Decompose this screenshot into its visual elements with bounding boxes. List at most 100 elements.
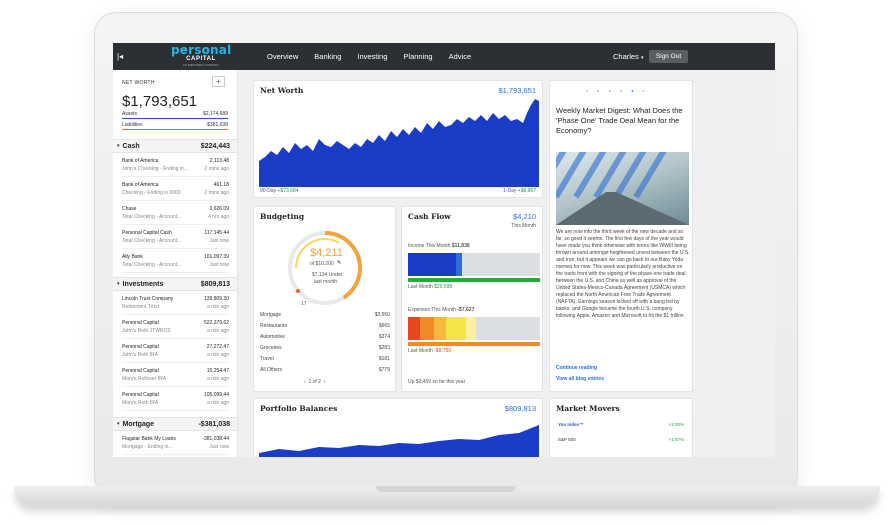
section-mortgage[interactable]: ▾ Mortgage -$381,038 [113, 417, 237, 431]
panel-value: $1,793,651 [498, 86, 536, 95]
net-worth-panel[interactable]: Net Worth $1,793,651 90-Day +$73,684 1-D… [253, 80, 543, 198]
account-sub: Retirement Trust [122, 304, 159, 310]
panel-title: Portfolio Balances [260, 404, 338, 413]
blog-title[interactable]: Weekly Market Digest: What Does the 'Pha… [556, 106, 689, 136]
account-time: a min ago [207, 328, 229, 334]
market-movers-panel[interactable]: Market Movers You Index™ +2.30% S&P 500 … [549, 398, 693, 457]
section-cash[interactable]: ▾ Cash $224,443 [113, 139, 237, 153]
last-month-value: -$9,750 [434, 348, 452, 354]
nav-investing[interactable]: Investing [349, 43, 395, 70]
budget-row[interactable]: All Others $779 [260, 367, 390, 373]
account-sub: Mary's Rollover IRA [122, 376, 167, 382]
account-row[interactable]: Ally Bank 101,097.39 Total Checking - Ac… [122, 251, 229, 273]
carousel-dot[interactable]: ● [620, 88, 622, 93]
panel-value: $809,813 [504, 404, 536, 413]
market-mover-row[interactable]: S&P 500 +1.87% [556, 435, 686, 445]
user-name: Charles [613, 52, 639, 61]
net-worth-area-chart[interactable] [259, 99, 539, 187]
chevron-right-icon[interactable]: › [324, 379, 326, 385]
nav-banking[interactable]: Banking [306, 43, 349, 70]
budget-amount: $3,550 [374, 312, 390, 318]
account-row[interactable]: Bank of America 2,113.48 John's Checking… [122, 155, 229, 177]
account-row[interactable]: Personal Capital Cash 117,145.44 Total C… [122, 227, 229, 249]
account-row[interactable]: Bank of America 461.18 Checking - Ending… [122, 179, 229, 201]
account-value: -381,038.44 [202, 436, 229, 442]
nav-advice[interactable]: Advice [441, 43, 480, 70]
account-value: 2,113.48 [209, 158, 229, 164]
account-sub: Checking - Ending in 0000 [122, 190, 181, 196]
mover-name: You Index™ [558, 422, 584, 427]
budget-amount: $181 [378, 356, 390, 362]
cash-flow-panel[interactable]: Cash Flow $4,210 This Month Income This … [401, 206, 543, 392]
assets-value: $2,174,689 [202, 111, 228, 117]
main-nav: Overview Banking Investing Planning Advi… [259, 43, 479, 70]
budget-spent: $4,211 [310, 247, 343, 259]
view-all-blog-link[interactable]: View all blog entries [556, 376, 604, 382]
assets-row[interactable]: Assets $2,174,689 [122, 111, 228, 119]
day-marker-dot [296, 289, 300, 293]
account-row[interactable]: Personal Capital 522,379.62 John's Roth … [122, 317, 229, 339]
carousel-dots[interactable]: ◂ ● ● ● ● ▸ [586, 88, 645, 93]
change-value: +$6,967 [517, 188, 536, 194]
blog-image[interactable] [556, 152, 689, 225]
carousel-prev-icon[interactable]: ◂ [586, 88, 588, 93]
account-row[interactable]: Flagstar Bank My Loans -381,038.44 Mortg… [122, 433, 229, 455]
account-value: 522,379.62 [203, 320, 229, 326]
blog-panel[interactable]: ◂ ● ● ● ● ▸ Weekly Market Digest: What D… [549, 80, 693, 392]
account-name: Personal Capital [122, 392, 159, 398]
chevron-left-icon[interactable]: ‹ [304, 379, 306, 385]
account-row[interactable]: Personal Capital 105,099.44 Mary's Roth … [122, 389, 229, 411]
market-mover-row[interactable]: You Index™ +2.30% [556, 420, 686, 430]
section-label: Investments [122, 280, 164, 288]
carousel-next-icon[interactable]: ▸ [643, 88, 645, 93]
collapse-sidebar-icon[interactable]: |◂ [117, 52, 125, 61]
account-time: 4 hrs ago [208, 214, 229, 220]
section-investments[interactable]: ▾ Investments $809,813 [113, 277, 237, 291]
budget-row[interactable]: Travel $181 [260, 356, 390, 362]
collapse-arrow-icon: ▾ [117, 143, 120, 149]
portfolio-balances-panel[interactable]: Portfolio Balances $809,813 [253, 398, 543, 457]
account-sub: Total Checking - Account... [122, 262, 182, 268]
income-bar-fill [408, 253, 456, 276]
account-sub: Total Checking - Account... [122, 214, 182, 220]
account-row[interactable]: Lincoln Trust Company 139,809.30 Retirem… [122, 293, 229, 315]
account-row[interactable]: Chase 3,626.09 Total Checking - Account.… [122, 203, 229, 225]
sign-out-button[interactable]: Sign Out [649, 50, 688, 63]
section-label: Cash [122, 142, 140, 150]
change-label: 90-Day [260, 188, 277, 194]
carousel-dot[interactable]: ● [608, 88, 610, 93]
account-sub: John's Roth JTWROS [122, 328, 171, 334]
section-value: -$381,038 [198, 420, 230, 428]
nav-planning[interactable]: Planning [395, 43, 440, 70]
portfolio-area [259, 425, 539, 457]
expense-last-month: Last Month -$9,750 [408, 348, 451, 354]
add-account-button[interactable]: + [212, 76, 225, 87]
budget-row[interactable]: Automotive $374 [260, 334, 390, 340]
liabilities-row[interactable]: Liabilities -$381,038 [122, 122, 228, 130]
laptop-notch [376, 486, 516, 492]
user-menu[interactable]: Charles ▾ [613, 52, 643, 61]
account-name: Chase [122, 206, 137, 212]
edit-pencil-icon[interactable]: ✎ [337, 260, 341, 266]
account-value: 117,145.44 [204, 230, 229, 236]
account-name: Personal Capital [122, 344, 159, 350]
budget-category: Groceries [260, 345, 282, 351]
portfolio-area-chart[interactable] [259, 417, 539, 457]
account-value: 461.18 [213, 182, 229, 188]
panel-title: Net Worth [260, 86, 304, 95]
budget-row[interactable]: Restaurants $665 [260, 323, 390, 329]
continue-reading-link[interactable]: Continue reading [556, 365, 597, 371]
budget-total: of $10,200 [310, 261, 334, 267]
section-value: $809,813 [200, 280, 230, 288]
account-row[interactable]: Personal Capital 15,254.47 Mary's Rollov… [122, 365, 229, 387]
logo-text-capital: CAPITAL [186, 56, 216, 62]
account-row[interactable]: Personal Capital 27,272.47 John's Roth I… [122, 341, 229, 363]
carousel-dot-active[interactable]: ● [631, 88, 633, 93]
carousel-dot[interactable]: ● [597, 88, 599, 93]
budgeting-panel[interactable]: Budgeting $4,211 of $10,200 ✎ $7,134 Und… [253, 206, 396, 392]
nav-overview[interactable]: Overview [259, 43, 306, 70]
logo[interactable]: personal CAPITAL AN EMPOWER COMPANY [171, 44, 231, 68]
budget-row[interactable]: Groceries $283 [260, 345, 390, 351]
budget-row[interactable]: Mortgage $3,550 [260, 312, 390, 318]
collapse-arrow-icon: ▾ [117, 281, 120, 287]
